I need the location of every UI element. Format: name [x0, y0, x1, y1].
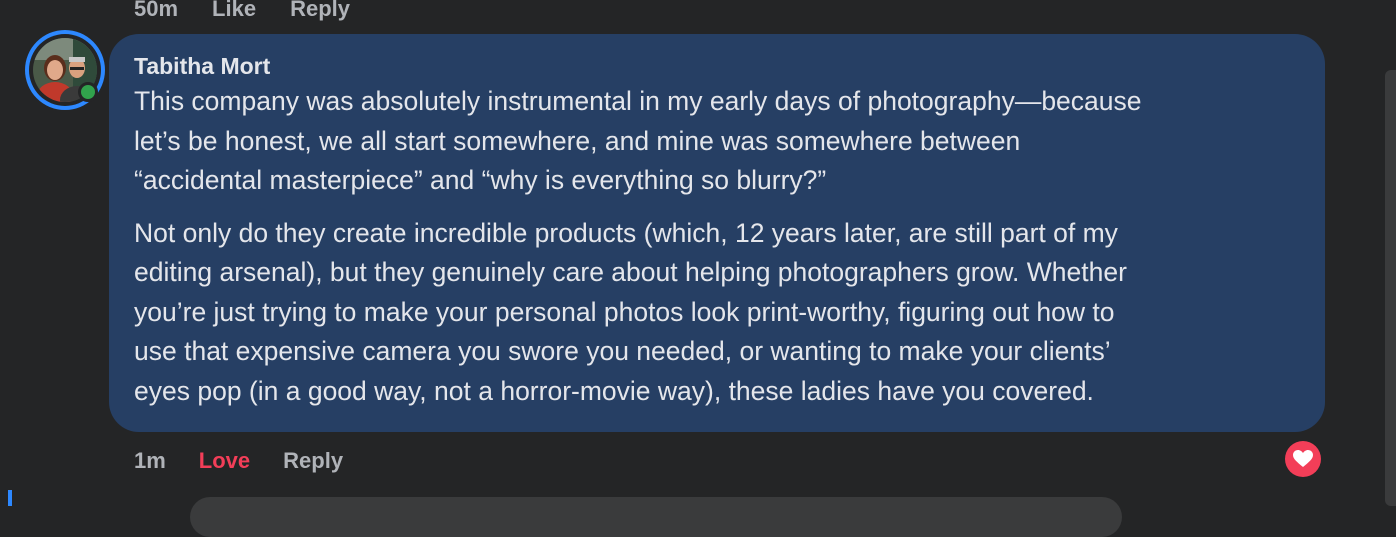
comment-line: use that expensive camera you swore you …	[134, 336, 1111, 366]
comment-actions: 1m Love Reply	[134, 446, 343, 476]
love-reaction-button[interactable]: Love	[199, 446, 250, 476]
reply-button[interactable]: Reply	[283, 446, 343, 476]
previous-comment-actions: 50m Like Reply	[134, 0, 350, 24]
heart-icon	[1293, 450, 1313, 467]
comment-line: editing arsenal), but they genuinely car…	[134, 257, 1127, 287]
previous-comment-timestamp[interactable]: 50m	[134, 0, 178, 24]
comment-line: Not only do they create incredible produ…	[134, 217, 1118, 248]
next-comment-bubble	[190, 497, 1122, 537]
thread-indicator	[8, 490, 12, 506]
online-status-icon	[78, 82, 98, 102]
comment-line: eyes pop (in a good way, not a horror-mo…	[134, 375, 1094, 406]
comment-bubble: Tabitha Mort This company was absolutely…	[109, 34, 1325, 432]
comment-paragraph-2: Not only do they create incredible produ…	[134, 214, 1301, 412]
scrollbar[interactable]	[1385, 70, 1396, 506]
comment-paragraph-1: This company was absolutely instrumental…	[134, 82, 1301, 201]
previous-like-button[interactable]: Like	[212, 0, 256, 24]
comment-line: “accidental masterpiece” and “why is eve…	[134, 165, 827, 195]
comment-timestamp[interactable]: 1m	[134, 446, 166, 476]
reaction-summary[interactable]	[1285, 441, 1321, 477]
comment-line: you’re just trying to make your personal…	[134, 296, 1115, 327]
comment-author[interactable]: Tabitha Mort	[134, 50, 1301, 82]
comment-line: let’s be honest, we all start somewhere,…	[134, 125, 1021, 156]
comment-line: This company was absolutely instrumental…	[134, 86, 1142, 116]
previous-reply-button[interactable]: Reply	[290, 0, 350, 24]
